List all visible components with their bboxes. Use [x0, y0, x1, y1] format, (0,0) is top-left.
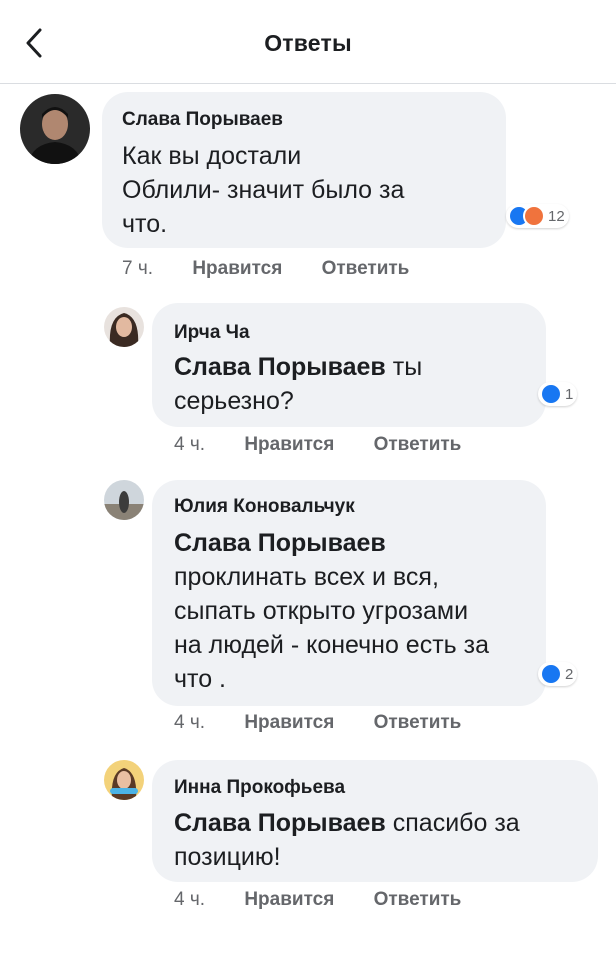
- comment-time[interactable]: 7 ч.: [122, 258, 153, 279]
- comment-text-line: проклинать всех и вся,: [174, 563, 439, 591]
- comment-author[interactable]: Инна Прокофьева: [174, 777, 345, 799]
- comment-meta: 4 ч. Нравится Ответить: [174, 434, 461, 456]
- reply-button[interactable]: Ответить: [374, 434, 462, 455]
- angry-icon: [523, 205, 545, 227]
- comment-text-line: позицию!: [174, 843, 281, 871]
- comment-meta: 4 ч. Нравится Ответить: [174, 889, 461, 911]
- comment-text-line: Слава Порываев: [174, 526, 386, 560]
- page-title: Ответы: [264, 30, 352, 56]
- avatar[interactable]: [104, 480, 144, 520]
- comment-text-line: серьезно?: [174, 387, 294, 415]
- comment-text-fragment: спасибо за: [392, 809, 520, 837]
- reaction-summary[interactable]: 1: [538, 382, 578, 406]
- comment-text-line: что.: [122, 210, 168, 238]
- comment-text-line: на людей - конечно есть за: [174, 631, 489, 659]
- like-button[interactable]: Нравится: [192, 258, 282, 279]
- reaction-summary[interactable]: 2: [538, 662, 578, 686]
- avatar[interactable]: [104, 307, 144, 347]
- like-button[interactable]: Нравится: [244, 434, 334, 455]
- comment-time[interactable]: 4 ч.: [174, 889, 205, 910]
- reaction-summary[interactable]: 12: [506, 204, 569, 228]
- reply-button[interactable]: Ответить: [374, 712, 462, 733]
- reply-button[interactable]: Ответить: [322, 258, 410, 279]
- like-icon: [540, 663, 562, 685]
- mention-link[interactable]: Слава Порываев: [174, 529, 386, 557]
- reaction-count: 2: [565, 665, 574, 683]
- comment-text-line: Как вы достали: [122, 142, 302, 170]
- avatar[interactable]: [104, 760, 144, 800]
- comment-text-line: Слава Порываев спасибо за: [174, 806, 520, 840]
- comment-meta: 7 ч. Нравится Ответить: [122, 258, 409, 280]
- comment-text-fragment: ты: [392, 353, 423, 381]
- comment-text-line: Облили- значит было за: [122, 176, 405, 204]
- comment-text-line: что .: [174, 665, 226, 693]
- comment-meta: 4 ч. Нравится Ответить: [174, 712, 461, 734]
- comment-author[interactable]: Слава Порываев: [122, 109, 283, 131]
- reaction-count: 12: [548, 207, 565, 225]
- reaction-count: 1: [565, 385, 574, 403]
- comment-author[interactable]: Ирча Ча: [174, 322, 250, 344]
- mention-link[interactable]: Слава Порываев: [174, 353, 386, 381]
- mention-link[interactable]: Слава Порываев: [174, 809, 386, 837]
- comment-author[interactable]: Юлия Коновальчук: [174, 496, 355, 518]
- comment-text-line: Слава Порываев ты: [174, 350, 422, 384]
- avatar[interactable]: [20, 94, 90, 164]
- top-bar: Ответы: [0, 0, 616, 84]
- like-icon: [540, 383, 562, 405]
- comment-text-line: сыпать открыто угрозами: [174, 597, 469, 625]
- reply-button[interactable]: Ответить: [374, 889, 462, 910]
- like-button[interactable]: Нравится: [244, 889, 334, 910]
- comment-time[interactable]: 4 ч.: [174, 712, 205, 733]
- comment-time[interactable]: 4 ч.: [174, 434, 205, 455]
- like-button[interactable]: Нравится: [244, 712, 334, 733]
